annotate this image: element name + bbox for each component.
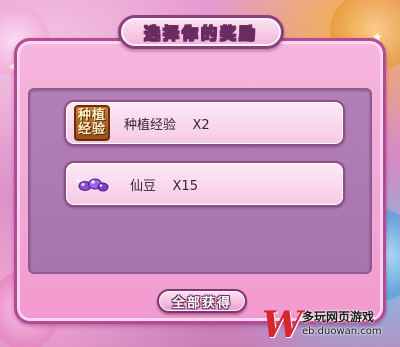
dialog-title-banner: 选择你的奖励 <box>118 15 284 49</box>
claim-all-button[interactable]: 全部获得 <box>157 289 247 313</box>
watermark-url: eb.duowan.com <box>302 326 382 337</box>
icon-text-line: 经验 <box>77 122 106 137</box>
watermark-title: 多玩网页游戏 <box>302 310 375 324</box>
fairy-bean-icon <box>74 166 110 202</box>
reward-label: 种植经验 X2 <box>124 117 210 133</box>
icon-text-line: 种植 <box>77 108 106 123</box>
planting-exp-icon: 种植 经验 <box>74 105 110 141</box>
reward-option-fairy-bean[interactable]: 仙豆 X15 <box>64 161 345 207</box>
dialog-title: 选择你的奖励 <box>143 24 258 44</box>
watermark-logo: W <box>262 304 303 346</box>
claim-all-label: 全部获得 <box>171 295 232 311</box>
reward-option-planting-exp[interactable]: 种植 经验 种植经验 X2 <box>64 100 345 146</box>
reward-label: 仙豆 X15 <box>130 178 198 194</box>
site-watermark: W 多玩网页游戏 eb.duowan.com <box>262 304 398 346</box>
